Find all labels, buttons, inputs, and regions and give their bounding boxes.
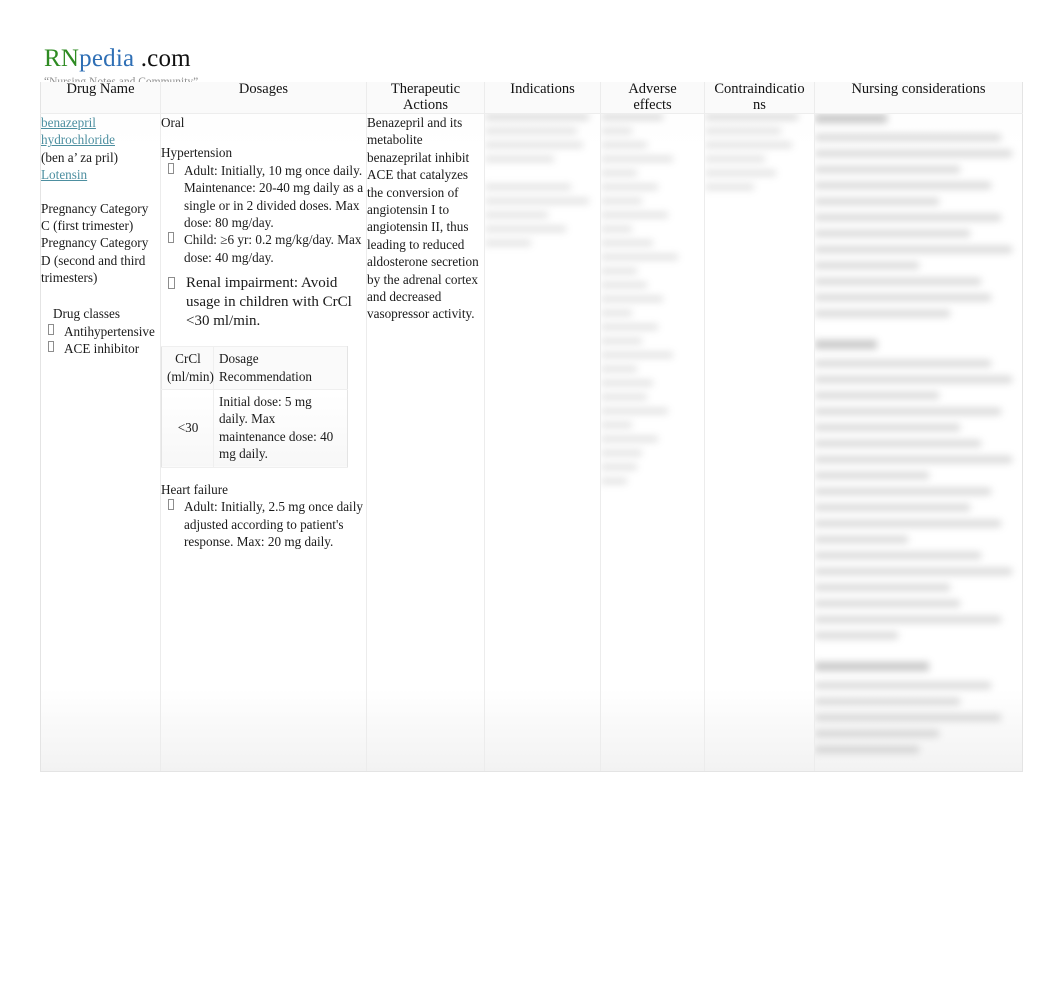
blurred-content-indications [485,114,600,246]
logo-text-rn: RN [44,45,80,72]
logo-text-pedia: pedia [79,45,135,72]
renal-impairment-list: Renal impairment: Avoid usage in childre… [161,274,366,331]
list-item: Adult: Initially, 2.5 mg once daily adju… [167,498,366,550]
drug-pronunciation: (ben a’ za pril) [41,149,118,165]
tofu-bullet-icon [168,277,175,290]
crcl-recommendation-header: Dosage Recommendation [213,346,348,391]
column-header-contraindications: Contraindicatio ns [704,81,815,114]
pregnancy-category-c: Pregnancy Category C (first trimester) [41,200,149,234]
crcl-dosage-table: CrCl (ml/min) Dosage Recommendation <30 … [161,346,348,468]
drug-brand-name-link[interactable]: Lotensin [41,166,160,183]
drug-generic-name-link-line2[interactable]: hydrochloride [41,131,160,148]
tofu-bullet-icon [48,341,54,353]
contra-header-line2: ns [753,96,766,113]
dosage-text: Adult: Initially, 10 mg once daily. Main… [184,162,364,231]
contra-header-line1: Contraindicatio [714,81,805,97]
logo-text-domain: .com [140,45,191,72]
tofu-bullet-icon [168,162,174,174]
column-header-drug-name: Drug Name [40,81,161,114]
cell-contraindications [704,113,815,772]
dosage-text: Child: ≥6 yr: 0.2 mg/kg/day. Max dose: 4… [184,232,362,265]
dosage-text: Adult: Initially, 2.5 mg once daily adju… [184,499,363,549]
drug-generic-name-link-line1[interactable]: benazepril [41,114,160,131]
blurred-content-contraindications [705,114,814,190]
tofu-bullet-icon [168,232,174,244]
column-header-therapeutic-actions: Therapeutic Actions [366,81,485,114]
cell-therapeutic-actions: Benazepril and its metabolite benazepril… [366,113,485,772]
adverse-header-line1: Adverse [628,81,677,97]
cell-indications [484,113,601,772]
heart-failure-dosage-list: Adult: Initially, 2.5 mg once daily adju… [161,498,366,550]
tofu-bullet-icon [48,323,54,335]
list-item: Antihypertensive [47,323,160,340]
crcl-header-row: CrCl (ml/min) Dosage Recommendation [161,346,348,391]
dosage-section-hypertension: Hypertension [161,145,233,161]
drug-classes-list: Antihypertensive ACE inhibitor [41,323,160,358]
therapeutic-header-line1: Therapeutic [390,81,461,97]
column-header-nursing-considerations: Nursing considerations [814,81,1023,114]
list-item: Renal impairment: Avoid usage in childre… [167,274,366,331]
column-header-adverse-effects: Adverse effects [600,81,705,114]
dosage-route: Oral [161,115,185,130]
drug-study-table: Drug Name Dosages Therapeutic Actions In… [40,81,1023,772]
pregnancy-category-d: Pregnancy Category D (second and third t… [41,235,149,286]
table-row: benazepril hydrochloride (ben a’ za pril… [40,113,1023,772]
blurred-content-nursing-considerations [815,114,1022,753]
table-header-row: Drug Name Dosages Therapeutic Actions In… [40,81,1023,114]
blurred-content-adverse-effects [601,114,704,484]
adverse-header-line2: effects [633,96,672,113]
crcl-column-header: CrCl (ml/min) [161,346,214,391]
column-header-indications: Indications [484,81,601,114]
hypertension-dosage-list: Adult: Initially, 10 mg once daily. Main… [161,162,366,266]
dosage-section-heart-failure: Heart failure [161,481,228,497]
crcl-row: <30 Initial dose: 5 mg daily. Max mainte… [161,389,348,468]
crcl-value: <30 [161,389,214,468]
site-logo[interactable]: RNpedia .com [44,44,684,74]
therapeutic-header-line2: Actions [402,96,449,113]
list-item: ACE inhibitor [47,340,160,357]
column-header-dosages: Dosages [160,81,367,114]
cell-drug-name: benazepril hydrochloride (ben a’ za pril… [40,113,161,772]
renal-impairment-note: Renal impairment: Avoid usage in childre… [186,275,352,330]
cell-nursing-considerations [814,113,1023,772]
list-item: Adult: Initially, 10 mg once daily. Main… [167,162,366,232]
drug-class-label: Antihypertensive [64,323,155,339]
list-item: Child: ≥6 yr: 0.2 mg/kg/day. Max dose: 4… [167,231,366,266]
crcl-recommendation: Initial dose: 5 mg daily. Max maintenanc… [213,389,348,468]
drug-classes-label: Drug classes [53,305,121,321]
cell-adverse-effects [600,113,705,772]
tofu-bullet-icon [168,499,174,511]
drug-class-label: ACE inhibitor [64,341,140,357]
cell-dosages: Oral Hypertension Adult: Initially, 10 m… [160,113,367,772]
therapeutic-actions-text: Benazepril and its metabolite benazepril… [367,115,479,322]
